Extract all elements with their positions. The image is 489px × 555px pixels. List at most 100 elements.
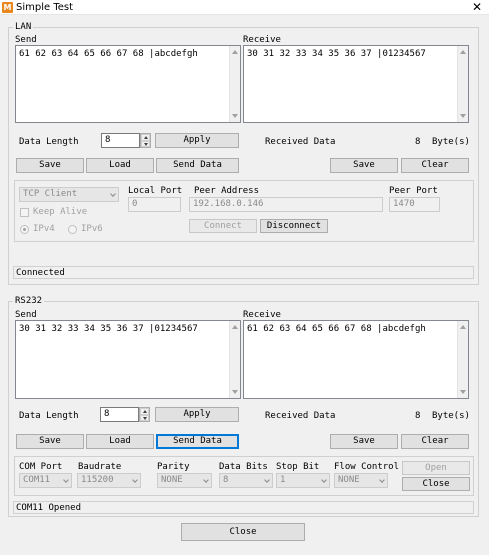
spin-up-icon[interactable] <box>143 410 147 413</box>
spin-up-icon[interactable] <box>144 136 148 139</box>
lan-local-port-input[interactable]: 0 <box>128 197 181 212</box>
baudrate-label: Baudrate <box>78 462 122 472</box>
com-port-select[interactable]: COM11 <box>19 473 72 488</box>
chevron-down-icon <box>132 477 138 483</box>
lan-disconnect-button[interactable]: Disconnect <box>260 219 328 233</box>
rs232-close-button[interactable]: Close <box>402 477 470 491</box>
lan-protocol-value: TCP Client <box>23 189 78 199</box>
rs232-status-text: COM11 Opened <box>16 503 82 513</box>
lan-ipv6-label: IPv6 <box>81 224 103 234</box>
lan-receive-save-button[interactable]: Save <box>330 158 398 173</box>
stop-bit-select[interactable]: 1 <box>276 473 330 488</box>
lan-clear-button[interactable]: Clear <box>401 158 469 173</box>
lan-peer-address-label: Peer Address <box>194 186 260 196</box>
window-title: Simple Test <box>16 2 74 13</box>
lan-status-text: Connected <box>16 268 65 278</box>
rs232-load-button[interactable]: Load <box>86 434 154 449</box>
lan-status-bar: Connected <box>13 266 474 279</box>
window-close-button[interactable]: Close <box>181 523 305 541</box>
lan-receive-textarea[interactable]: 30 31 32 33 34 35 36 37 |01234567 <box>243 45 469 123</box>
app-icon: M <box>2 2 13 13</box>
rs232-bytes-label: Byte(s) <box>432 411 470 421</box>
rs232-open-button[interactable]: Open <box>402 461 470 475</box>
rs232-send-textarea[interactable]: 30 31 32 33 34 35 36 37 |01234567 <box>15 320 241 399</box>
rs232-data-length-label: Data Length <box>19 411 79 421</box>
lan-data-length-stepper[interactable] <box>140 133 151 148</box>
lan-send-textarea[interactable]: 61 62 63 64 65 66 67 68 |abcdefgh <box>15 45 241 123</box>
lan-ipv6-radio[interactable] <box>68 225 77 234</box>
radio-selected-dot <box>23 228 26 231</box>
chevron-down-icon <box>203 477 209 483</box>
lan-data-length-input[interactable]: 8 <box>101 133 140 148</box>
chevron-down-icon <box>379 477 385 483</box>
spin-down-icon[interactable] <box>144 142 148 146</box>
rs232-received-data-label: Received Data <box>265 411 336 421</box>
lan-ipv4-label: IPv4 <box>33 224 55 234</box>
scroll-down-icon[interactable] <box>460 390 466 394</box>
flow-control-select[interactable]: NONE <box>334 473 388 488</box>
rs232-send-text: 30 31 32 33 34 35 36 37 |01234567 <box>19 324 198 334</box>
rs232-send-data-button[interactable]: Send Data <box>156 434 239 449</box>
stop-bit-value: 1 <box>280 475 286 485</box>
baudrate-value: 115200 <box>81 475 114 485</box>
lan-peer-port-input[interactable]: 1470 <box>389 197 440 212</box>
chevron-down-icon <box>321 477 327 483</box>
lan-connect-button[interactable]: Connect <box>189 219 257 233</box>
lan-data-length-label: Data Length <box>19 137 79 147</box>
rs232-save-button[interactable]: Save <box>16 434 84 449</box>
flow-control-label: Flow Control <box>334 462 400 472</box>
parity-select[interactable]: NONE <box>157 473 212 488</box>
stop-bit-label: Stop Bit <box>276 462 320 472</box>
lan-load-button[interactable]: Load <box>86 158 154 173</box>
parity-label: Parity <box>157 462 190 472</box>
lan-receive-scrollbar[interactable] <box>457 46 468 122</box>
rs232-data-length-input[interactable]: 8 <box>100 407 139 422</box>
scroll-down-icon[interactable] <box>232 390 238 394</box>
data-bits-label: Data Bits <box>219 462 268 472</box>
lan-protocol-select[interactable]: TCP Client <box>19 187 119 202</box>
com-port-value: COM11 <box>23 475 51 485</box>
flow-control-value: NONE <box>338 475 360 485</box>
lan-send-text: 61 62 63 64 65 66 67 68 |abcdefgh <box>19 49 198 59</box>
rs232-data-length-stepper[interactable] <box>139 407 150 422</box>
lan-send-data-button[interactable]: Send Data <box>156 158 239 173</box>
rs232-apply-button[interactable]: Apply <box>155 407 239 422</box>
lan-received-count: 8 <box>415 137 421 147</box>
data-bits-select[interactable]: 8 <box>219 473 273 488</box>
spin-down-icon[interactable] <box>143 416 147 420</box>
rs232-send-scrollbar[interactable] <box>229 321 240 398</box>
rs232-status-bar: COM11 Opened <box>13 501 474 514</box>
rs232-receive-save-button[interactable]: Save <box>330 434 398 449</box>
scroll-up-icon[interactable] <box>232 325 238 329</box>
window-close-icon[interactable]: ✕ <box>466 0 488 15</box>
lan-ipv4-radio[interactable] <box>20 225 29 234</box>
lan-local-port-label: Local Port <box>128 186 183 196</box>
lan-received-data-label: Received Data <box>265 137 336 147</box>
lan-apply-button[interactable]: Apply <box>155 133 239 148</box>
rs232-receive-scrollbar[interactable] <box>457 321 468 398</box>
baudrate-select[interactable]: 115200 <box>77 473 141 488</box>
data-bits-value: 8 <box>223 475 229 485</box>
lan-keep-alive-label: Keep Alive <box>33 207 88 217</box>
scroll-up-icon[interactable] <box>232 50 238 54</box>
scroll-up-icon[interactable] <box>460 325 466 329</box>
lan-peer-address-input[interactable]: 192.168.0.146 <box>189 197 383 212</box>
lan-keep-alive-checkbox[interactable] <box>20 208 29 217</box>
lan-peer-port-label: Peer Port <box>389 186 438 196</box>
chevron-down-icon <box>264 477 270 483</box>
lan-receive-text: 30 31 32 33 34 35 36 37 |01234567 <box>247 49 426 59</box>
lan-save-button[interactable]: Save <box>16 158 84 173</box>
rs232-receive-text: 61 62 63 64 65 66 67 68 |abcdefgh <box>247 324 426 334</box>
chevron-down-icon <box>63 477 69 483</box>
scroll-down-icon[interactable] <box>232 114 238 118</box>
lan-group-label: LAN <box>13 22 34 32</box>
rs232-received-count: 8 <box>415 411 421 421</box>
lan-send-scrollbar[interactable] <box>229 46 240 122</box>
rs232-clear-button[interactable]: Clear <box>401 434 469 449</box>
rs232-receive-textarea[interactable]: 61 62 63 64 65 66 67 68 |abcdefgh <box>243 320 469 399</box>
scroll-down-icon[interactable] <box>460 114 466 118</box>
parity-value: NONE <box>161 475 183 485</box>
com-port-label: COM Port <box>19 462 63 472</box>
scroll-up-icon[interactable] <box>460 50 466 54</box>
rs232-group-label: RS232 <box>13 296 45 306</box>
